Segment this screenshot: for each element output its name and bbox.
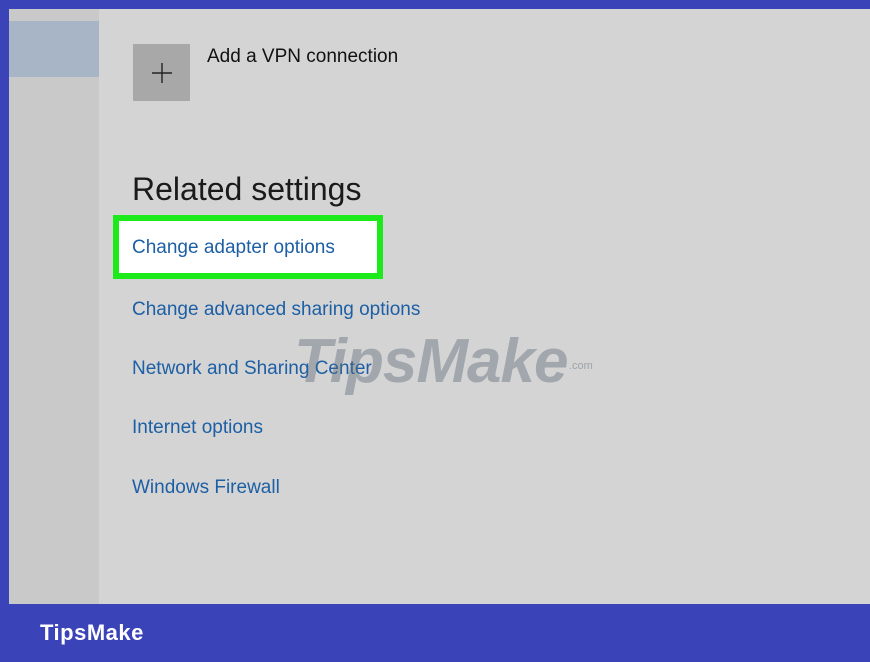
navigation-pane xyxy=(9,9,99,604)
nav-selected-item[interactable] xyxy=(9,21,99,77)
settings-window: Add a VPN connection Related settings Ch… xyxy=(9,9,870,604)
top-frame xyxy=(0,0,870,9)
add-vpn-label[interactable]: Add a VPN connection xyxy=(207,46,398,68)
link-change-advanced-sharing-options[interactable]: Change advanced sharing options xyxy=(132,299,420,321)
link-change-adapter-options[interactable]: Change adapter options xyxy=(132,237,335,259)
left-frame xyxy=(0,0,9,604)
link-network-and-sharing-center[interactable]: Network and Sharing Center xyxy=(132,358,372,380)
link-windows-firewall[interactable]: Windows Firewall xyxy=(132,477,280,499)
plus-icon[interactable] xyxy=(133,44,190,101)
related-settings-heading: Related settings xyxy=(132,171,362,207)
footer-bar: TipsMake xyxy=(0,604,870,662)
link-internet-options[interactable]: Internet options xyxy=(132,417,263,439)
add-vpn-button[interactable]: Add a VPN connection xyxy=(133,44,398,101)
watermark-suffix: .com xyxy=(569,360,593,372)
footer-brand: TipsMake xyxy=(40,620,144,645)
vpn-settings-content: Add a VPN connection Related settings Ch… xyxy=(99,9,870,604)
